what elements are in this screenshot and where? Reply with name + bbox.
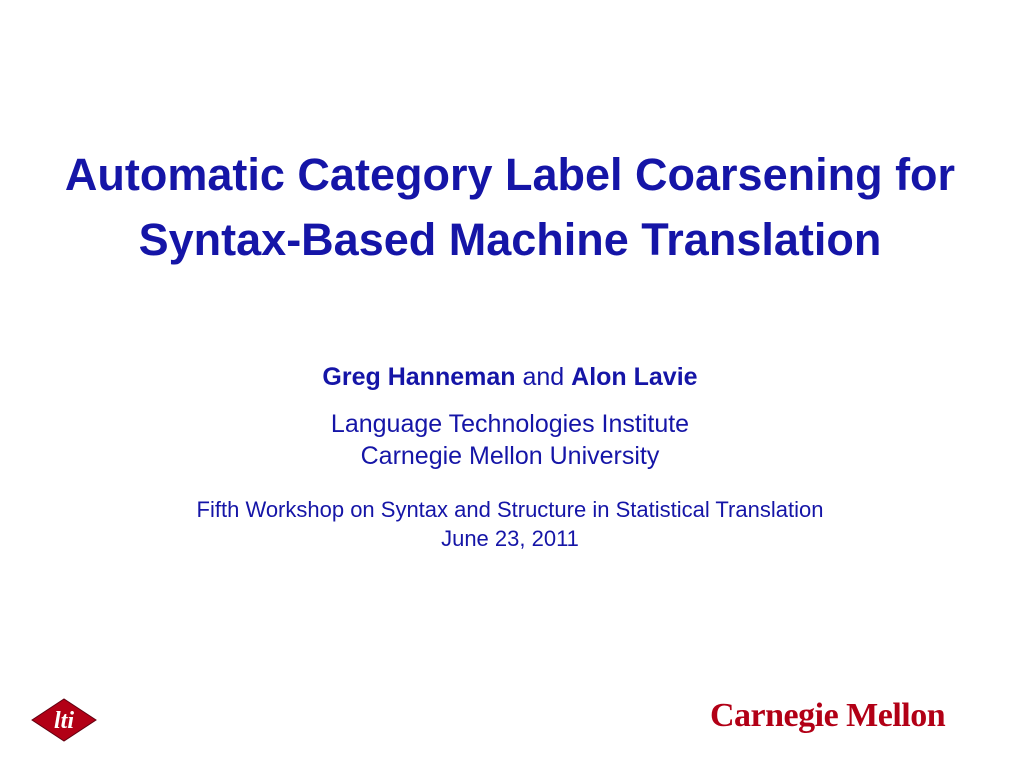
event-block: Fifth Workshop on Syntax and Structure i…	[0, 495, 1020, 554]
lti-logo-text: lti	[54, 708, 74, 734]
event-date: June 23, 2011	[0, 524, 1020, 554]
author-connector: and	[516, 363, 572, 391]
event-name: Fifth Workshop on Syntax and Structure i…	[0, 495, 1020, 525]
affiliation-block: Language Technologies Institute Carnegie…	[0, 408, 1020, 473]
presentation-title: Automatic Category Label Coarsening for …	[0, 142, 1020, 273]
affiliation-university: Carnegie Mellon University	[0, 440, 1020, 473]
affiliation-institute: Language Technologies Institute	[0, 408, 1020, 441]
lti-logo: lti	[18, 695, 110, 745]
author-1: Greg Hanneman	[322, 363, 515, 391]
author-2: Alon Lavie	[571, 363, 697, 391]
carnegie-mellon-logo: Carnegie Mellon	[710, 699, 998, 745]
cmu-wordmark: Carnegie Mellon	[710, 697, 945, 734]
slide-content: Automatic Category Label Coarsening for …	[0, 0, 1020, 554]
authors-line: Greg Hanneman and Alon Lavie	[0, 363, 1020, 392]
